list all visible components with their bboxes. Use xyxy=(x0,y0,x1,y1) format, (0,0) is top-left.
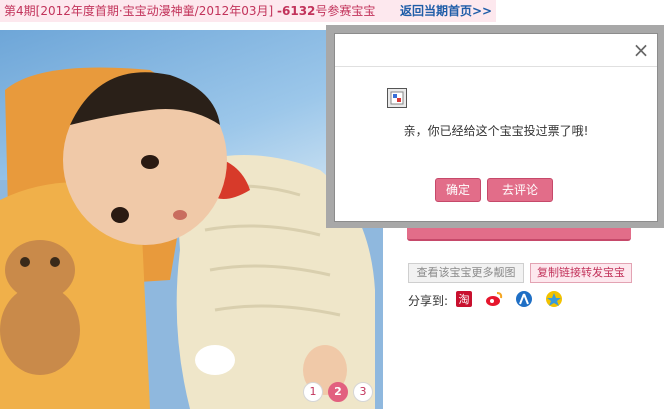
back-to-issue-link[interactable]: 返回当期首页>> xyxy=(400,0,492,22)
contest-title: 第4期[2012年度首期·宝宝动漫神童/2012年03月] -6132号参赛宝宝 xyxy=(4,0,375,22)
comment-button[interactable]: 去评论 xyxy=(487,178,553,202)
page-dot-3[interactable]: 3 xyxy=(353,382,373,402)
share-label: 分享到: xyxy=(408,294,449,308)
weibo-icon[interactable] xyxy=(485,290,503,308)
broken-image-icon xyxy=(387,88,407,108)
more-photos-button[interactable]: 查看该宝宝更多靓图 xyxy=(408,263,524,283)
dialog-message: 亲，你已经给这个宝宝投过票了哦! xyxy=(403,124,589,138)
svg-text:淘: 淘 xyxy=(459,293,470,306)
close-icon[interactable]: × xyxy=(631,40,651,60)
entry-suffix: 号参赛宝宝 xyxy=(315,4,376,18)
confirm-button[interactable]: 确定 xyxy=(435,178,481,202)
vote-notice-dialog: × 亲，你已经给这个宝宝投过票了哦! 确定 去评论 xyxy=(334,33,658,222)
page-dot-1[interactable]: 1 xyxy=(303,382,323,402)
page-header: 第4期[2012年度首期·宝宝动漫神童/2012年03月] -6132号参赛宝宝… xyxy=(0,0,496,22)
renren-icon[interactable] xyxy=(515,290,533,308)
taobao-icon[interactable]: 淘 xyxy=(455,290,473,308)
copy-link-button[interactable]: 复制链接转发宝宝 xyxy=(530,263,632,283)
page-dot-2[interactable]: 2 xyxy=(328,382,348,402)
dialog-titlebar: × xyxy=(335,34,657,67)
qzone-icon[interactable] xyxy=(545,290,563,308)
entry-number: -6132 xyxy=(277,4,316,18)
contest-period: 第4期[2012年度首期·宝宝动漫神童/2012年03月] xyxy=(4,4,278,18)
